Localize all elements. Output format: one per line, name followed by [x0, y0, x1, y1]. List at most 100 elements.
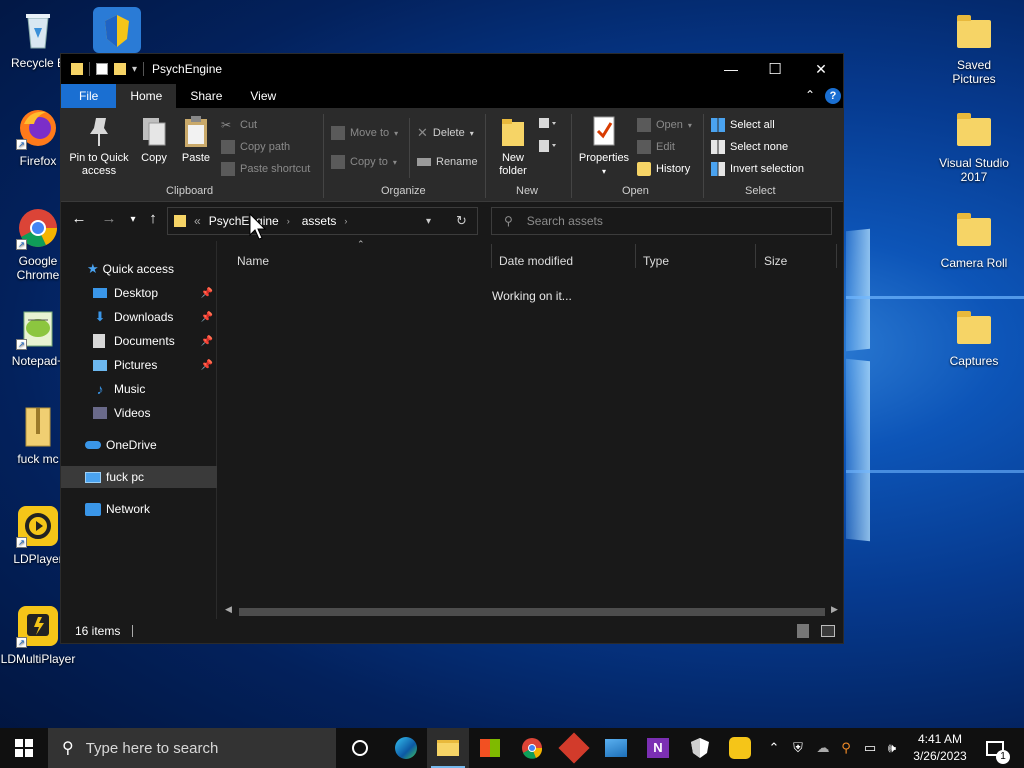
volume-icon[interactable]: 🕪: [882, 728, 902, 768]
breadcrumb-overflow[interactable]: «: [194, 214, 201, 228]
pinned-icon[interactable]: 📌: [201, 288, 213, 299]
tray-app-icon[interactable]: ⚲: [836, 728, 856, 768]
delete-button[interactable]: ✕ Delete ▾: [417, 124, 474, 142]
forward-arrow-icon[interactable]: →: [99, 210, 119, 227]
copy-to-button[interactable]: Copy to ▾: [331, 153, 397, 171]
minimize-button[interactable]: —: [708, 54, 754, 84]
paste-button[interactable]: Paste: [179, 114, 213, 165]
taskbar-app-chrome[interactable]: [511, 728, 553, 768]
start-button[interactable]: [2, 728, 46, 768]
recent-locations-chevron-icon[interactable]: ▾: [123, 214, 143, 225]
desktop-icon-partial[interactable]: [93, 7, 141, 53]
move-to-button[interactable]: Move to ▾: [331, 124, 398, 142]
address-bar[interactable]: « PsychEngine › assets › ▾ ↻: [167, 207, 478, 235]
invert-selection-button[interactable]: Invert selection: [711, 160, 804, 178]
collapse-ribbon-icon[interactable]: ⌃: [805, 88, 815, 102]
new-item-button[interactable]: [537, 116, 559, 132]
maximize-button[interactable]: ☐: [752, 54, 798, 84]
nav-music[interactable]: ♪ Music: [61, 378, 217, 400]
edit-button[interactable]: Edit: [637, 138, 675, 156]
column-header-date-modified[interactable]: Date modified: [499, 254, 573, 268]
taskbar-search-box[interactable]: ⚲ Type here to search: [48, 728, 336, 768]
select-all-button[interactable]: Select all: [711, 116, 775, 134]
tab-view[interactable]: View: [236, 84, 290, 108]
horizontal-scrollbar[interactable]: ◀ ▶: [219, 604, 843, 619]
taskbar-clock[interactable]: 4:41 AM 3/26/2023: [904, 731, 976, 765]
network-status-icon[interactable]: ▭: [860, 728, 880, 768]
nav-downloads[interactable]: ⬇ Downloads 📌: [61, 306, 217, 328]
scroll-right-icon[interactable]: ▶: [831, 604, 838, 615]
tab-home[interactable]: Home: [116, 84, 177, 108]
taskbar-app-ldplayer[interactable]: [719, 728, 761, 768]
search-input[interactable]: Search assets: [527, 214, 603, 228]
address-dropdown-icon[interactable]: ▾: [426, 216, 431, 227]
select-none-button[interactable]: Select none: [711, 138, 788, 156]
nav-pictures[interactable]: Pictures 📌: [61, 354, 217, 376]
tray-cloud-icon[interactable]: ☁: [812, 728, 834, 768]
rename-button[interactable]: Rename: [417, 153, 478, 171]
desktop-icon-camera-roll[interactable]: Camera Roll: [936, 208, 1012, 270]
column-separator[interactable]: [836, 244, 837, 268]
scroll-left-icon[interactable]: ◀: [225, 604, 232, 615]
large-icons-view-icon[interactable]: [821, 625, 835, 637]
nav-network[interactable]: Network: [61, 498, 217, 520]
pin-to-quick-access-button[interactable]: Pin to Quick access: [67, 114, 131, 178]
breadcrumb-assets[interactable]: assets: [302, 214, 337, 228]
taskbar-app-security[interactable]: [679, 728, 721, 768]
taskbar-search-input[interactable]: Type here to search: [86, 740, 219, 757]
tray-security-icon[interactable]: ⛨: [788, 728, 808, 768]
breadcrumb-chevron-icon[interactable]: ›: [287, 216, 290, 226]
taskbar-app-onenote[interactable]: N: [637, 728, 679, 768]
nav-onedrive[interactable]: OneDrive: [61, 434, 217, 456]
history-button[interactable]: History: [637, 160, 690, 178]
nav-quick-access[interactable]: ★ Quick access: [61, 258, 217, 280]
column-header-name[interactable]: Name: [237, 254, 269, 268]
paste-shortcut-button[interactable]: Paste shortcut: [221, 160, 310, 178]
customize-quick-access-icon[interactable]: ▾: [132, 64, 137, 75]
notification-center-button[interactable]: 1: [978, 728, 1012, 768]
pinned-icon[interactable]: 📌: [201, 336, 213, 347]
tab-file[interactable]: File: [61, 84, 117, 108]
desktop-icon-saved-pictures[interactable]: Saved Pictures: [936, 10, 1012, 86]
taskbar-app-file-explorer[interactable]: [427, 728, 469, 768]
open-button[interactable]: Open ▾: [637, 116, 692, 134]
cut-button[interactable]: ✂ Cut: [221, 116, 257, 134]
scrollbar-thumb[interactable]: [239, 608, 825, 616]
column-separator[interactable]: [635, 244, 636, 268]
breadcrumb-chevron-icon[interactable]: ›: [344, 216, 347, 226]
details-view-icon[interactable]: [797, 624, 809, 638]
new-folder-button[interactable]: New folder: [493, 114, 533, 178]
close-button[interactable]: ✕: [798, 54, 844, 84]
help-icon[interactable]: ?: [825, 88, 841, 104]
taskbar-app-photos[interactable]: [595, 728, 637, 768]
taskbar-app-edge[interactable]: [385, 728, 427, 768]
pinned-icon[interactable]: 📌: [201, 360, 213, 371]
nav-videos[interactable]: Videos: [61, 402, 217, 424]
breadcrumb-psychengine[interactable]: PsychEngine: [209, 214, 279, 228]
copy-path-button[interactable]: Copy path: [221, 138, 290, 156]
desktop-icon-captures[interactable]: Captures: [936, 306, 1012, 368]
new-folder-quick-icon[interactable]: [114, 63, 126, 75]
pinned-icon[interactable]: 📌: [201, 312, 213, 323]
taskbar-app-game[interactable]: [553, 728, 595, 768]
search-box[interactable]: ⚲ Search assets: [491, 207, 832, 235]
nav-documents[interactable]: Documents 📌: [61, 330, 217, 352]
column-header-size[interactable]: Size: [764, 254, 787, 268]
nav-desktop[interactable]: Desktop 📌: [61, 282, 217, 304]
desktop-icon-visual-studio-2017[interactable]: Visual Studio 2017: [936, 108, 1012, 184]
column-separator[interactable]: [755, 244, 756, 268]
column-header-type[interactable]: Type: [643, 254, 669, 268]
show-hidden-icons-chevron-icon[interactable]: ⌃: [764, 728, 784, 768]
nav-this-pc[interactable]: fuck pc: [61, 466, 217, 488]
easy-access-button[interactable]: [537, 138, 559, 154]
properties-quick-icon[interactable]: [96, 63, 108, 75]
cortana-button[interactable]: [339, 728, 381, 768]
taskbar-app-store[interactable]: [469, 728, 511, 768]
up-arrow-icon[interactable]: ↑: [143, 210, 163, 227]
tab-share[interactable]: Share: [176, 84, 236, 108]
back-arrow-icon[interactable]: ←: [69, 210, 89, 227]
column-separator[interactable]: [491, 244, 492, 268]
refresh-icon[interactable]: ↻: [456, 213, 467, 229]
title-bar[interactable]: ▾ PsychEngine — ☐ ✕: [61, 54, 843, 84]
copy-button[interactable]: Copy: [137, 114, 171, 165]
